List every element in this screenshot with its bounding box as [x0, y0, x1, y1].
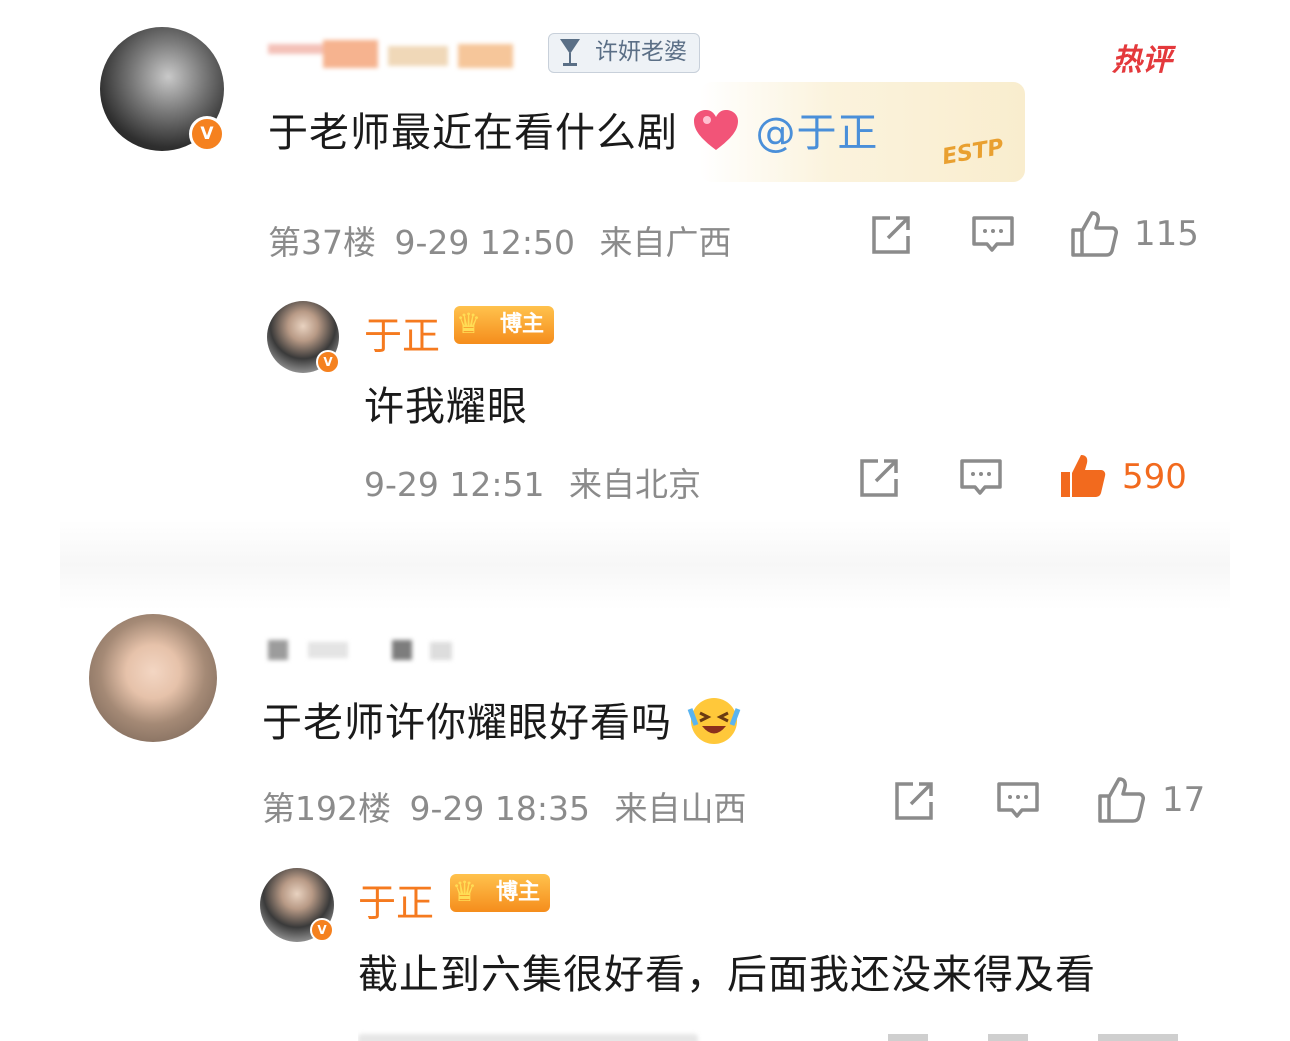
like-count: 590: [1122, 457, 1187, 497]
hot-comment-tag: 热评: [1112, 43, 1172, 78]
blogger-badge-label: 博主: [496, 880, 541, 905]
reply-username[interactable]: 于正: [364, 305, 440, 360]
floor-number: 第37楼: [268, 223, 376, 262]
avatar[interactable]: [89, 614, 217, 742]
reply-meta-cutoff: [358, 1028, 1198, 1041]
timestamp: 9-29 12:51: [364, 465, 545, 504]
liked-icon[interactable]: [1058, 452, 1108, 504]
timestamp: 9-29 12:50: [394, 223, 576, 262]
fan-badge-label: 许妍老婆: [595, 39, 687, 65]
comment-text: 于老师最近在看什么剧: [268, 110, 678, 156]
timestamp: 9-29 18:35: [409, 789, 591, 828]
comment-icon[interactable]: [996, 780, 1040, 826]
trophy-icon: [557, 36, 583, 68]
crown-icon: ♛: [456, 307, 482, 340]
blogger-badge-label: 博主: [500, 312, 545, 337]
mention-link[interactable]: @于正: [755, 110, 878, 156]
comment-divider: [60, 520, 1230, 610]
like-count: 17: [1162, 780, 1206, 820]
fan-badge[interactable]: 许妍老婆: [548, 33, 700, 73]
location: 来自山西: [614, 789, 747, 828]
comment-icon[interactable]: [959, 457, 1003, 503]
share-icon[interactable]: [858, 457, 902, 503]
username-blurred[interactable]: [268, 40, 518, 68]
share-icon[interactable]: [893, 780, 937, 826]
username-blurred[interactable]: [268, 636, 458, 664]
reply-text: 许我耀眼: [364, 384, 528, 430]
reply-username[interactable]: 于正: [358, 872, 434, 927]
comment-meta: 第37楼 9-29 12:50 来自广西: [268, 216, 732, 264]
like-icon[interactable]: [1070, 210, 1118, 262]
location: 来自广西: [599, 223, 732, 262]
verified-icon: V: [316, 350, 340, 374]
reply-text: 截止到六集很好看，后面我还没来得及看: [358, 952, 1096, 998]
comment-text-row: 于老师许你耀眼好看吗: [262, 690, 742, 755]
floor-number: 第192楼: [262, 789, 391, 828]
comment-text-row: 于老师最近在看什么剧 @于正: [268, 100, 878, 162]
location: 来自北京: [569, 465, 701, 504]
comment-text: 于老师许你耀眼好看吗: [262, 700, 672, 746]
verified-icon: V: [189, 116, 225, 152]
like-count: 115: [1134, 214, 1199, 254]
heart-emoji-icon: [692, 108, 742, 162]
share-icon[interactable]: [870, 214, 914, 260]
reply-meta: 9-29 12:51 来自北京: [364, 458, 701, 506]
blogger-badge: ♛ 博主: [454, 306, 555, 344]
blogger-badge: ♛ 博主: [450, 874, 551, 912]
crown-icon: ♛: [452, 875, 478, 908]
like-icon[interactable]: [1097, 776, 1145, 828]
verified-icon: V: [310, 918, 334, 942]
comment-meta: 第192楼 9-29 18:35 来自山西: [262, 782, 747, 830]
laugh-emoji-icon: [686, 695, 742, 755]
comment-icon[interactable]: [971, 214, 1015, 260]
